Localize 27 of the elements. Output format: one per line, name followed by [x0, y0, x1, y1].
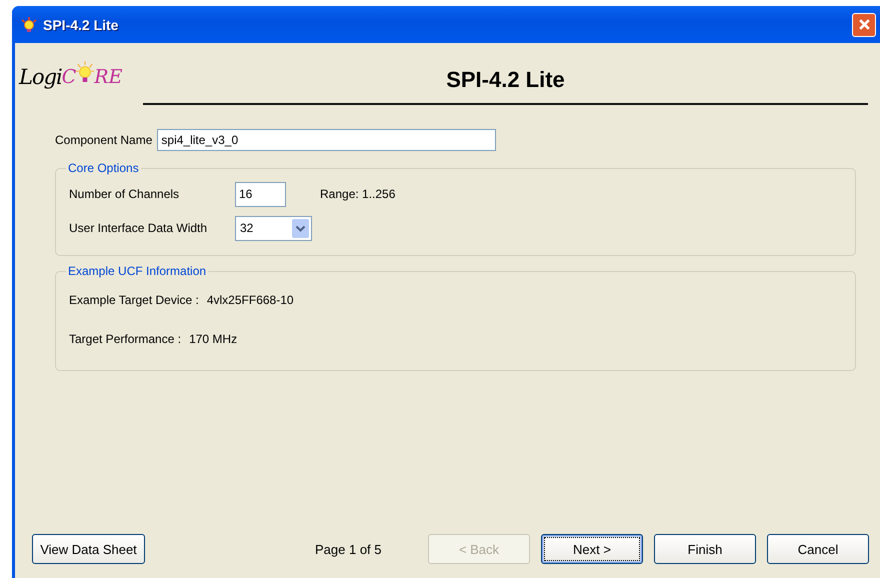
- info-label: Target Performance :: [69, 332, 182, 346]
- close-icon: [858, 18, 870, 31]
- close-button[interactable]: [852, 12, 876, 36]
- group-title: Core Options: [67, 161, 140, 175]
- view-data-sheet-button[interactable]: View Data Sheet: [32, 534, 145, 564]
- field-label: Number of Channels: [69, 187, 180, 201]
- lightbulb-icon: [21, 16, 37, 32]
- wizard-button[interactable]: Next >: [541, 534, 643, 564]
- field-label: User Interface Data Width: [69, 221, 208, 235]
- channels-field[interactable]: 16: [235, 182, 286, 206]
- component-name-field[interactable]: spi4_lite_v3_0: [157, 129, 496, 151]
- window-title: SPI-4.2 Lite: [43, 16, 120, 32]
- data-width-dropdown[interactable]: 32: [235, 216, 312, 240]
- field-label: Component Name: [55, 133, 152, 147]
- logo-text: RE: [94, 66, 122, 88]
- range-text: Range: 1..256: [320, 187, 396, 201]
- page-indicator: Page 1 of 5: [315, 542, 382, 556]
- wizard-button[interactable]: Finish: [654, 534, 756, 564]
- logo-text: Logi: [19, 65, 62, 89]
- page-heading: SPI-4.2 Lite: [143, 67, 868, 105]
- info-value: 170 MHz: [189, 332, 238, 346]
- group-title: Example UCF Information: [67, 264, 208, 278]
- lightbulb-icon: [76, 61, 94, 85]
- info-value: 4vlx25FF668-10: [206, 292, 294, 306]
- logo-text: C: [62, 66, 76, 88]
- wizard-button[interactable]: Cancel: [767, 534, 869, 564]
- info-label: Example Target Device :: [69, 292, 199, 306]
